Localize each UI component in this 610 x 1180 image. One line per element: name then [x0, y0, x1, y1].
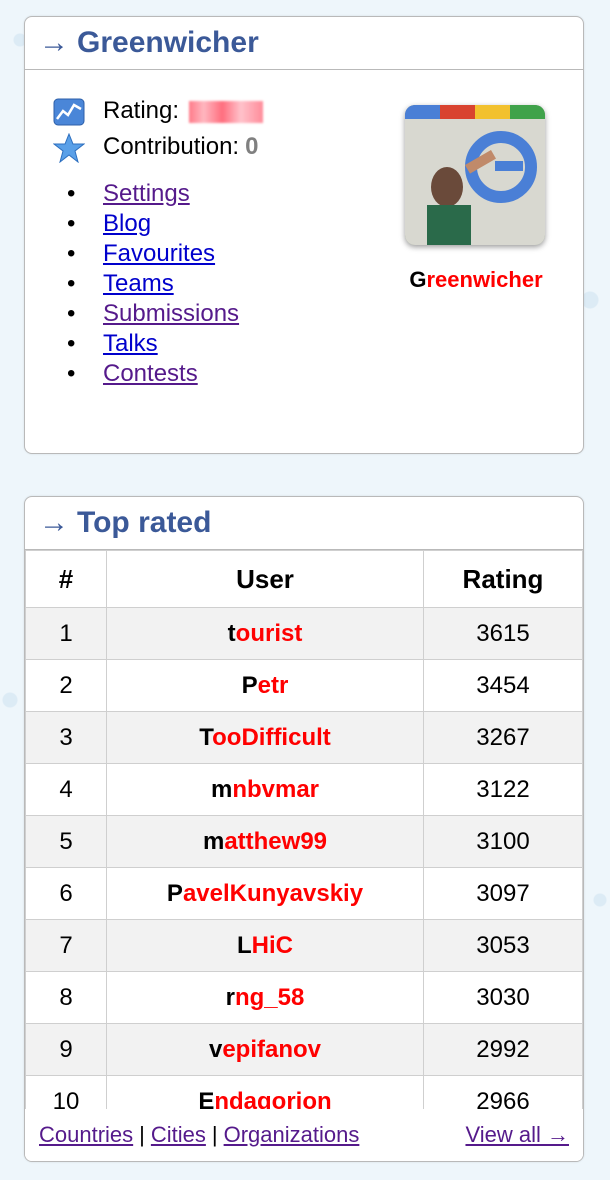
rating-row: Rating: — [53, 97, 264, 126]
link-item: Talks — [67, 329, 239, 359]
contribution-row: Contribution: 0 — [52, 132, 259, 164]
rating-cell: 3615 — [423, 607, 583, 660]
rank-cell: 9 — [25, 1023, 107, 1076]
link-item: Contests — [67, 359, 239, 389]
user-avatar[interactable] — [405, 105, 545, 245]
user-header: User — [106, 550, 424, 608]
rank-cell: 1 — [25, 607, 107, 660]
rank-header: # — [25, 550, 107, 608]
table-row: 4 mnbvmar 3122 — [25, 763, 583, 816]
contribution-star-icon — [52, 132, 86, 164]
cities-link[interactable]: Cities — [151, 1122, 206, 1147]
table-row: 7 LHiC 3053 — [25, 919, 583, 972]
user-handle-link[interactable]: LHiC — [106, 919, 424, 972]
table-row: 8 rng_58 3030 — [25, 971, 583, 1024]
profile-box: →Greenwicher Rating: Contribution:0 Sett… — [24, 16, 584, 454]
rating-cell: 3097 — [423, 867, 583, 920]
link-item: Blog — [67, 209, 239, 239]
table-row: 3 TooDifficult 3267 — [25, 711, 583, 764]
top-rated-title: → Top rated — [25, 497, 583, 550]
rank-cell: 3 — [25, 711, 107, 764]
user-handle-link[interactable]: vepifanov — [106, 1023, 424, 1076]
rating-header: Rating — [423, 550, 583, 608]
separator: | — [139, 1122, 145, 1147]
separator: | — [211, 1122, 218, 1147]
rating-cell: 3454 — [423, 659, 583, 712]
rank-cell: 2 — [25, 659, 107, 712]
countries-link[interactable]: Countries — [39, 1122, 133, 1147]
table-row: 5 matthew99 3100 — [25, 815, 583, 868]
top-rated-table: # User Rating 1 tourist 3615 2 Petr 3454 3 TooD… — [25, 550, 583, 1128]
rating-chart-icon — [53, 97, 85, 127]
user-handle-link[interactable]: matthew99 — [106, 815, 424, 868]
table-row: 2 Petr 3454 — [25, 659, 583, 712]
organizations-link[interactable]: Organizations — [224, 1122, 360, 1147]
top-rated-title-text[interactable]: Top rated — [77, 506, 211, 539]
rating-cell: 3122 — [423, 763, 583, 816]
submissions-link[interactable]: Submissions — [103, 300, 239, 327]
user-handle-link[interactable]: mnbvmar — [106, 763, 424, 816]
rating-cell: 3030 — [423, 971, 583, 1024]
link-item: Submissions — [67, 299, 239, 329]
table-header-row: # User Rating — [25, 550, 583, 608]
rank-cell: 7 — [25, 919, 107, 972]
rank-cell: 6 — [25, 867, 107, 920]
user-handle-link[interactable]: rng_58 — [106, 971, 424, 1024]
title-arrow: → — [39, 506, 69, 539]
contribution-label: Contribution: — [103, 133, 240, 160]
profile-links: Settings Blog Favourites Teams Submissio… — [67, 179, 239, 389]
profile-box-title: → Greenwicher — [25, 17, 583, 70]
top-rated-footer: Countries | Cities | Organizations View all … — [25, 1109, 583, 1161]
rating-cell: 3100 — [423, 815, 583, 868]
blog-link[interactable]: Blog — [103, 210, 151, 237]
link-item: Favourites — [67, 239, 239, 269]
talks-link[interactable]: Talks — [103, 330, 158, 357]
favourites-link[interactable]: Favourites — [103, 240, 215, 267]
rating-cell: 2992 — [423, 1023, 583, 1076]
profile-title[interactable]: Greenwicher — [77, 26, 259, 59]
table-row: 9 vepifanov 2992 — [25, 1023, 583, 1076]
rating-cell: 3053 — [423, 919, 583, 972]
teams-link[interactable]: Teams — [103, 270, 174, 297]
settings-link[interactable]: Settings — [103, 180, 190, 207]
user-handle-link[interactable]: PavelKunyavskiy — [106, 867, 424, 920]
title-arrow: → — [39, 26, 69, 59]
link-item: Teams — [67, 269, 239, 299]
contribution-value: 0 — [245, 133, 259, 160]
view-all-link[interactable]: View all → — [465, 1109, 569, 1161]
top-rated-box: → Top rated # User Rating 1 tourist 3615 2 Pe… — [24, 496, 584, 1162]
rating-label: Rating: — [103, 97, 180, 124]
table-row: 1 tourist 3615 — [25, 607, 583, 660]
rank-cell: 5 — [25, 815, 107, 868]
rank-cell: 4 — [25, 763, 107, 816]
user-handle-link[interactable]: TooDifficult — [106, 711, 424, 764]
user-handle-link[interactable]: tourist — [106, 607, 424, 660]
link-item: Settings — [67, 179, 239, 209]
avatar-handle[interactable]: Greenwicher — [381, 267, 571, 293]
rating-value-hidden — [189, 100, 264, 123]
table-row: 6 PavelKunyavskiy 3097 — [25, 867, 583, 920]
rating-cell: 3267 — [423, 711, 583, 764]
contests-link[interactable]: Contests — [103, 360, 198, 387]
user-handle-link[interactable]: Petr — [106, 659, 424, 712]
rank-cell: 8 — [25, 971, 107, 1024]
